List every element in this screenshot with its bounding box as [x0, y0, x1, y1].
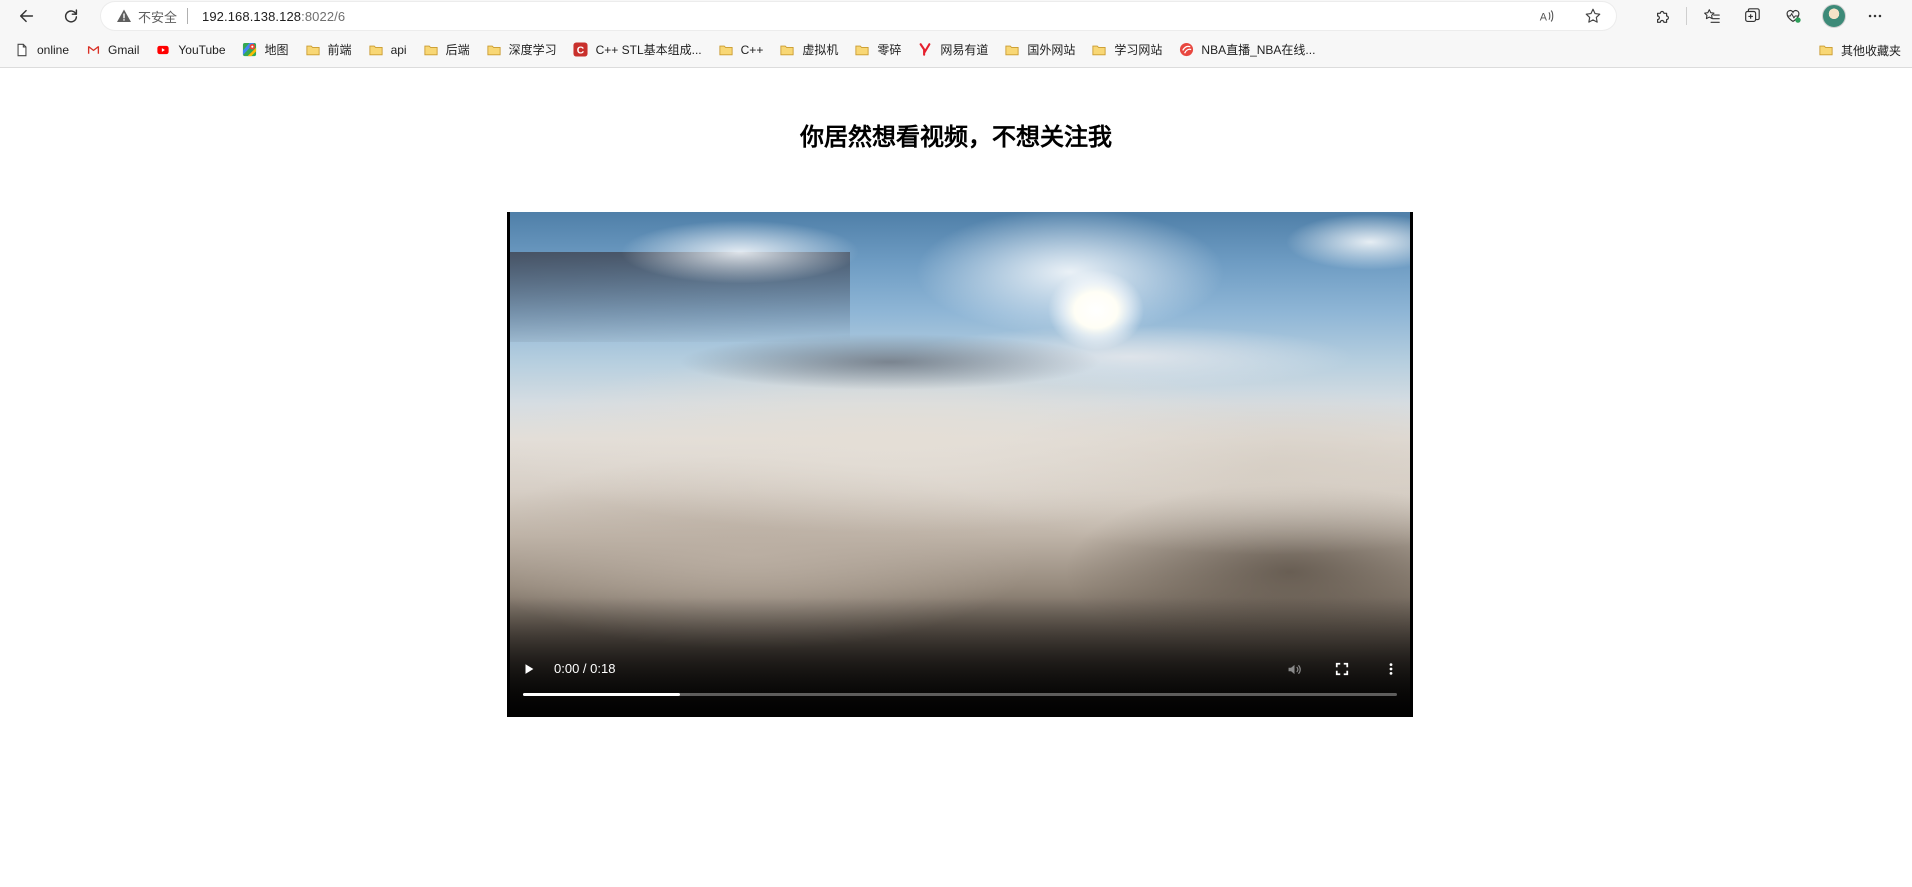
url-host: 192.168.138.128 [202, 8, 302, 24]
youdao-icon [917, 42, 933, 58]
video-progress-bar[interactable] [523, 693, 1397, 696]
bookmark-label: 深度学习 [508, 43, 557, 57]
bookmark-label: api [390, 42, 407, 57]
bookmark-folder-cpp[interactable]: C++ [713, 37, 769, 63]
folder-icon [1091, 42, 1107, 58]
more-vertical-icon[interactable] [1379, 657, 1403, 681]
bookmark-folder-foreign-sites[interactable]: 国外网站 [999, 37, 1080, 63]
url-text[interactable]: 192.168.138.128:8022/6 [202, 9, 345, 24]
folder-icon [1004, 42, 1020, 58]
bookmark-label: C++ [740, 42, 764, 57]
nba-icon [1178, 42, 1194, 58]
bookmark-label: 虚拟机 [802, 43, 839, 57]
bookmark-folder-misc[interactable]: 零碎 [849, 37, 906, 63]
browser-toolbar: 不安全 192.168.138.128:8022/6 A [0, 0, 1912, 32]
bookmark-label: 网易有道 [940, 43, 989, 57]
bookmark-label: 前端 [327, 43, 352, 57]
bookmark-label: NBA直播_NBA在线... [1201, 43, 1316, 57]
bookmark-label: C++ STL基本组成... [595, 43, 702, 57]
folder-icon [1818, 42, 1834, 58]
svg-text:C: C [577, 46, 585, 57]
volume-muted-icon[interactable] [1282, 657, 1306, 681]
bookmark-online[interactable]: online [9, 37, 74, 63]
bookmark-folder-frontend[interactable]: 前端 [300, 37, 357, 63]
bookmarks-bar: online Gmail YouTube 地图 前端 api 后端 深度学习 C… [0, 32, 1912, 68]
bookmark-folder-backend[interactable]: 后端 [418, 37, 475, 63]
extensions-puzzle-icon[interactable] [1646, 2, 1680, 30]
gmail-icon [85, 42, 101, 58]
health-heart-icon[interactable] [1773, 2, 1813, 30]
bookmark-label: Gmail [108, 42, 140, 57]
reload-icon[interactable] [55, 2, 87, 30]
bookmark-label: 国外网站 [1027, 43, 1076, 57]
folder-icon [368, 42, 384, 58]
bookmark-folder-learning-sites[interactable]: 学习网站 [1086, 37, 1167, 63]
folder-icon [423, 42, 439, 58]
video-progress-fill [523, 693, 681, 696]
url-port-path: :8022/6 [301, 8, 346, 24]
fullscreen-icon[interactable] [1330, 657, 1354, 681]
security-label[interactable]: 不安全 [138, 7, 177, 26]
other-bookmarks-folder[interactable]: 其他收藏夹 [1813, 37, 1906, 63]
favorites-list-icon[interactable] [1693, 2, 1731, 30]
toolbar-divider [1686, 7, 1687, 25]
bookmark-cpp-stl[interactable]: C C++ STL基本组成... [568, 37, 707, 63]
favorite-star-icon[interactable] [1570, 2, 1616, 30]
bookmark-label: 零碎 [877, 43, 902, 57]
address-separator [187, 8, 189, 24]
video-time: 0:00 / 0:18 [554, 661, 616, 676]
bookmark-maps[interactable]: 地图 [237, 37, 294, 63]
video-player[interactable]: 0:00 / 0:18 [507, 212, 1413, 717]
bookmark-folder-api[interactable]: api [363, 37, 412, 63]
maps-icon [242, 42, 258, 58]
bookmark-gmail[interactable]: Gmail [80, 37, 144, 63]
folder-icon [305, 42, 321, 58]
play-icon[interactable] [517, 657, 541, 681]
bookmark-folder-deep-learning[interactable]: 深度学习 [481, 37, 562, 63]
video-controls: 0:00 / 0:18 [507, 647, 1413, 717]
svg-text:A: A [1540, 12, 1548, 24]
folder-icon [718, 42, 734, 58]
bookmark-folder-vm[interactable]: 虚拟机 [774, 37, 843, 63]
bookmark-youtube[interactable]: YouTube [150, 37, 230, 63]
page-icon [14, 42, 30, 58]
bookmark-nba[interactable]: NBA直播_NBA在线... [1173, 37, 1320, 63]
address-bar[interactable]: 不安全 192.168.138.128:8022/6 A [101, 2, 1616, 30]
bookmark-label: 地图 [264, 43, 289, 57]
back-arrow-icon[interactable] [11, 2, 43, 30]
more-options-icon[interactable] [1855, 2, 1895, 30]
bookmark-label: 其他收藏夹 [1840, 43, 1901, 58]
c-logo-icon: C [573, 42, 589, 58]
bookmark-label: 后端 [445, 43, 470, 57]
folder-icon [486, 42, 502, 58]
youtube-icon [155, 42, 171, 58]
collections-icon[interactable] [1731, 2, 1773, 30]
warning-icon[interactable] [116, 8, 132, 24]
folder-icon [779, 42, 795, 58]
avatar-image [1822, 4, 1846, 28]
address-bar-actions: A [1524, 2, 1616, 30]
profile-avatar[interactable] [1813, 2, 1855, 30]
bookmark-label: online [37, 42, 70, 57]
page-title: 你居然想看视频，不想关注我 [800, 123, 1112, 151]
read-aloud-icon[interactable]: A [1524, 2, 1570, 30]
bookmark-label: 学习网站 [1114, 43, 1163, 57]
bookmark-youdao[interactable]: 网易有道 [912, 37, 993, 63]
folder-icon [854, 42, 870, 58]
browser-actions [1646, 2, 1895, 30]
bookmark-label: YouTube [178, 42, 226, 57]
